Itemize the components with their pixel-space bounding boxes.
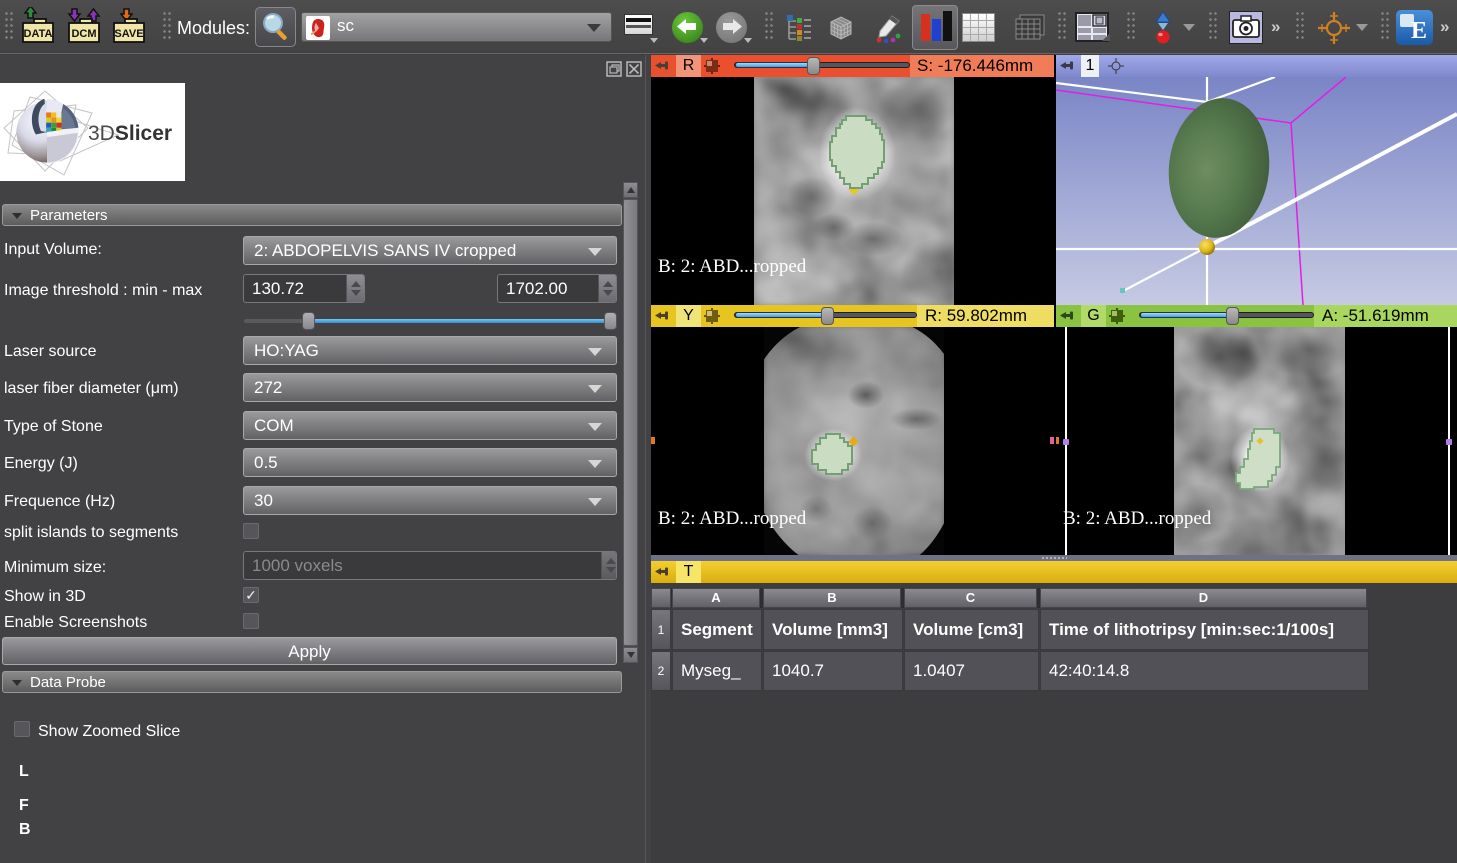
svg-text:DATA: DATA <box>24 28 53 40</box>
svg-text:DCM: DCM <box>71 28 96 40</box>
svg-text:3DSlicer: 3DSlicer <box>88 122 172 145</box>
svg-text:SAVE: SAVE <box>114 28 143 40</box>
